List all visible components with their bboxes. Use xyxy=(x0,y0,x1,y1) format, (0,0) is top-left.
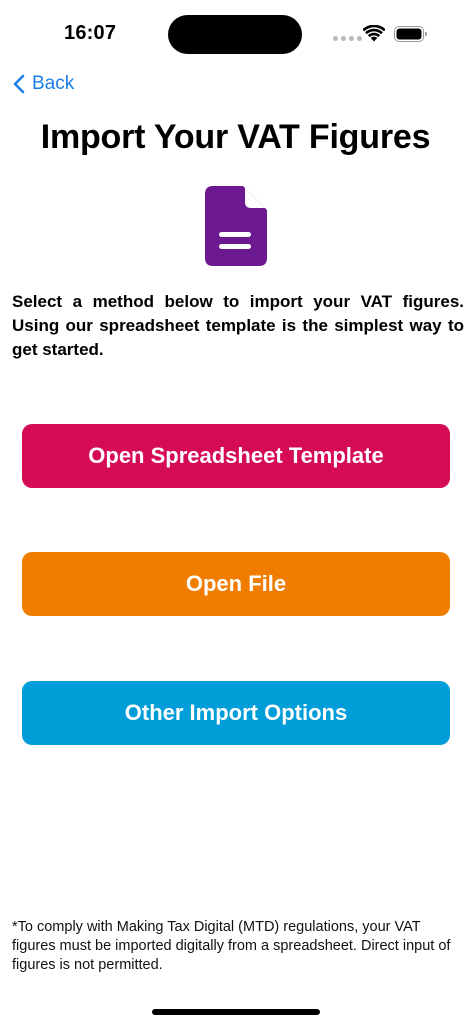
open-spreadsheet-template-button[interactable]: Open Spreadsheet Template xyxy=(22,424,450,488)
signal-dots-icon xyxy=(333,36,362,41)
page-title: Import Your VAT Figures xyxy=(40,118,431,156)
other-import-options-button[interactable]: Other Import Options xyxy=(22,681,450,745)
back-label: Back xyxy=(32,73,75,94)
status-time: 16:07 xyxy=(64,22,117,44)
home-indicator[interactable] xyxy=(152,1009,320,1015)
intro-text: Select a method below to import your VAT… xyxy=(12,292,464,359)
battery-icon xyxy=(394,26,427,42)
wifi-icon xyxy=(363,25,385,42)
document-icon xyxy=(205,186,267,266)
chevron-left-icon xyxy=(13,74,25,94)
open-file-button[interactable]: Open File xyxy=(22,552,450,616)
import-vat-screen: 16:07 Back Import Your VAT Figures Selec xyxy=(0,0,471,1024)
back-button[interactable]: Back xyxy=(12,70,74,98)
mtd-footnote: *To comply with Making Tax Digital (MTD)… xyxy=(12,919,451,973)
dynamic-island xyxy=(168,15,302,54)
status-bar: 16:07 xyxy=(0,0,471,66)
